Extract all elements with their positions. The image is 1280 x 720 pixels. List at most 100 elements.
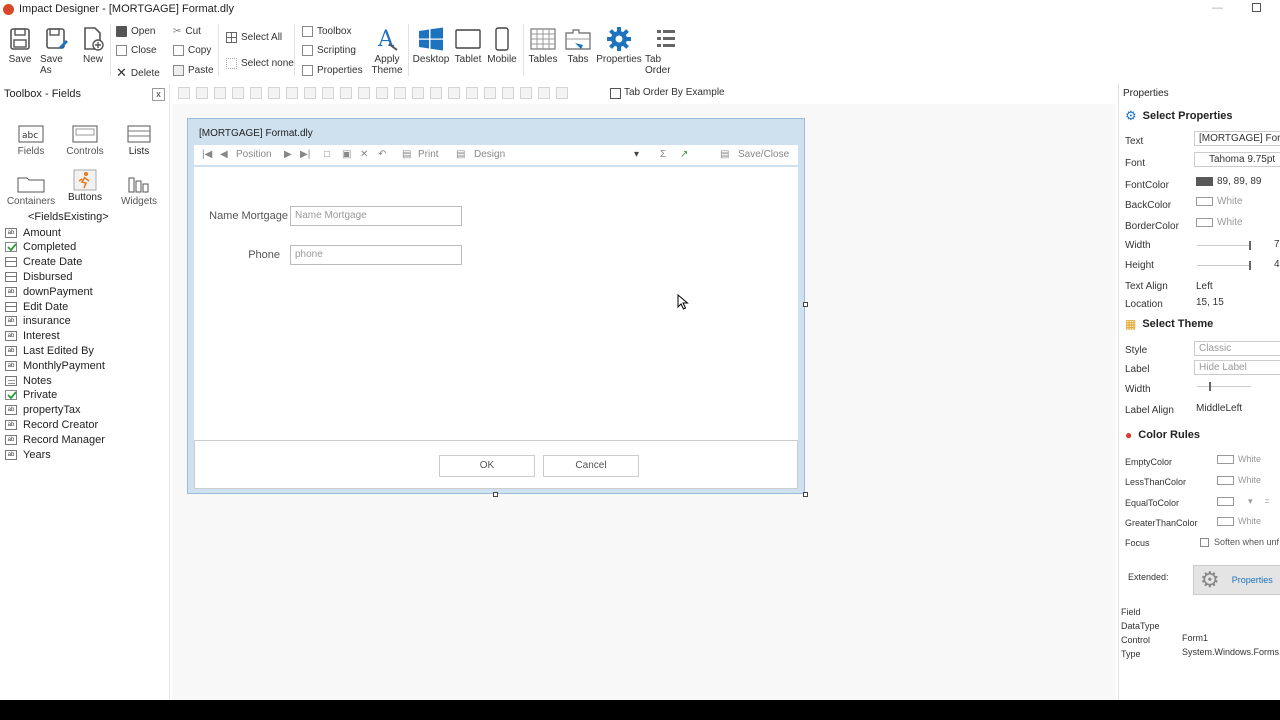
category-fields[interactable]: abc Fields [4, 122, 58, 157]
field-item[interactable]: Edit Date [5, 299, 68, 314]
ok-button[interactable]: OK [439, 455, 535, 477]
tab-order-by-example-button[interactable]: Tab Order By Example [624, 87, 725, 98]
labelalign-prop-value[interactable]: MiddleLeft [1196, 403, 1242, 414]
last-record-icon[interactable]: ▶| [300, 149, 310, 160]
save-close-button[interactable]: Save/Close [738, 149, 789, 160]
height-slider[interactable] [1197, 261, 1251, 270]
desktop-button[interactable]: Desktop [413, 24, 449, 65]
height-slider-knob[interactable] [1249, 261, 1251, 270]
align-tool-icon[interactable] [340, 87, 352, 99]
save-record-icon[interactable]: ▣ [342, 149, 351, 160]
export-arrow-icon[interactable]: ↗ [680, 149, 688, 160]
align-tool-icon[interactable] [358, 87, 370, 99]
equalto-value[interactable]: ▾ = [1217, 496, 1270, 507]
position-field[interactable]: Position [236, 149, 272, 160]
select-theme-section[interactable]: ▦ Select Theme [1125, 317, 1213, 331]
properties-toggle[interactable]: Properties [302, 65, 363, 76]
align-tool-icon[interactable] [214, 87, 226, 99]
name-mortgage-input[interactable]: Name Mortgage [290, 206, 462, 226]
align-tool-icon[interactable] [484, 87, 496, 99]
next-record-icon[interactable]: ▶ [284, 149, 292, 160]
extended-properties-button[interactable]: ⚙ Properties [1193, 565, 1280, 595]
copy-button[interactable]: Copy [173, 45, 211, 56]
toolbox-toggle[interactable]: Toolbox [302, 26, 351, 37]
fontcolor-prop-value[interactable]: 89, 89, 89 [1196, 176, 1261, 187]
undo-icon[interactable]: ↶ [378, 149, 386, 160]
save-as-button[interactable]: Save As [40, 24, 74, 76]
select-none-button[interactable]: Select none [226, 58, 294, 69]
emptycolor-value[interactable]: White [1217, 454, 1261, 465]
field-item[interactable]: Private [5, 388, 57, 403]
apply-theme-button[interactable]: A Apply Theme [371, 24, 402, 76]
textalign-prop-value[interactable]: Left [1196, 281, 1213, 292]
align-tool-icon[interactable] [466, 87, 478, 99]
align-tool-icon[interactable] [250, 87, 262, 99]
align-tool-icon[interactable] [376, 87, 388, 99]
field-item[interactable]: ab insurance [5, 314, 71, 329]
field-item[interactable]: Disbursed [5, 269, 73, 284]
tab-order-button[interactable]: Tab Order [645, 24, 687, 76]
field-item[interactable]: Notes [5, 373, 52, 388]
field-item[interactable]: ab Record Manager [5, 432, 105, 447]
font-prop-input[interactable]: Tahoma 9.75pt [1194, 152, 1280, 167]
first-record-icon[interactable]: |◀ [202, 149, 212, 160]
field-item[interactable]: ab MonthlyPayment [5, 358, 105, 373]
color-rules-section[interactable]: ● Color Rules [1125, 428, 1200, 442]
tables-button[interactable]: Tables [528, 24, 558, 65]
previous-record-icon[interactable]: ◀ [220, 149, 228, 160]
properties-button[interactable]: Properties [596, 24, 642, 65]
field-item[interactable]: ab downPayment [5, 284, 93, 299]
label-select[interactable]: Hide Label [1194, 360, 1280, 375]
paste-button[interactable]: Paste [173, 65, 214, 76]
resize-handle-right[interactable] [803, 302, 808, 307]
scripting-toggle[interactable]: Scripting [302, 45, 356, 56]
field-item[interactable]: ab Years [5, 447, 51, 462]
close-button[interactable]: Close [116, 45, 157, 56]
align-tool-icon[interactable] [268, 87, 280, 99]
cancel-button[interactable]: Cancel [543, 455, 639, 477]
mobile-button[interactable]: Mobile [487, 24, 517, 65]
save-button[interactable]: Save [8, 24, 32, 65]
delete-record-icon[interactable]: ✕ [360, 149, 368, 160]
style-select[interactable]: Classic [1194, 341, 1280, 356]
delete-button[interactable]: ✕ Delete [116, 65, 160, 81]
design-button[interactable]: Design [474, 149, 505, 160]
theme-width-slider[interactable] [1197, 382, 1251, 391]
align-tool-icon[interactable] [502, 87, 514, 99]
category-containers[interactable]: Containers [4, 172, 58, 207]
align-tool-icon[interactable] [232, 87, 244, 99]
toolbox-close-button[interactable]: x [152, 88, 165, 101]
align-tool-icon[interactable] [178, 87, 190, 99]
theme-width-slider-knob[interactable] [1209, 382, 1211, 391]
field-item[interactable]: ab Record Creator [5, 417, 98, 432]
align-tool-icon[interactable] [322, 87, 334, 99]
align-tool-icon[interactable] [538, 87, 550, 99]
dropdown-arrow-icon[interactable]: ▾ [634, 149, 639, 160]
align-tool-icon[interactable] [196, 87, 208, 99]
category-buttons[interactable]: Buttons [58, 168, 112, 203]
align-tool-icon[interactable] [520, 87, 532, 99]
field-item[interactable]: ab Last Edited By [5, 343, 94, 358]
align-tool-icon[interactable] [556, 87, 568, 99]
select-properties-section[interactable]: ⚙ Select Properties [1125, 108, 1233, 124]
resize-handle-bottom[interactable] [493, 492, 498, 497]
category-widgets[interactable]: Widgets [112, 172, 166, 207]
greaterthan-value[interactable]: White [1217, 516, 1261, 527]
new-button[interactable]: New [82, 24, 104, 65]
field-item[interactable]: Completed [5, 240, 76, 255]
cut-button[interactable]: ✂ Cut [173, 26, 201, 37]
bordercolor-prop-value[interactable]: White [1196, 217, 1243, 228]
field-item[interactable]: ab Amount [5, 225, 61, 240]
align-tool-icon[interactable] [304, 87, 316, 99]
new-record-icon[interactable]: □ [324, 149, 330, 160]
sum-icon[interactable]: Σ [660, 149, 666, 160]
lessthan-value[interactable]: White [1217, 475, 1261, 486]
align-tool-icon[interactable] [286, 87, 298, 99]
field-item[interactable]: ab propertyTax [5, 403, 80, 418]
align-tool-icon[interactable] [394, 87, 406, 99]
select-all-button[interactable]: Select All [226, 32, 282, 43]
print-button[interactable]: Print [418, 149, 439, 160]
align-tool-icon[interactable] [430, 87, 442, 99]
field-item[interactable]: ab Interest [5, 329, 60, 344]
tabs-button[interactable]: Tabs [563, 24, 593, 65]
